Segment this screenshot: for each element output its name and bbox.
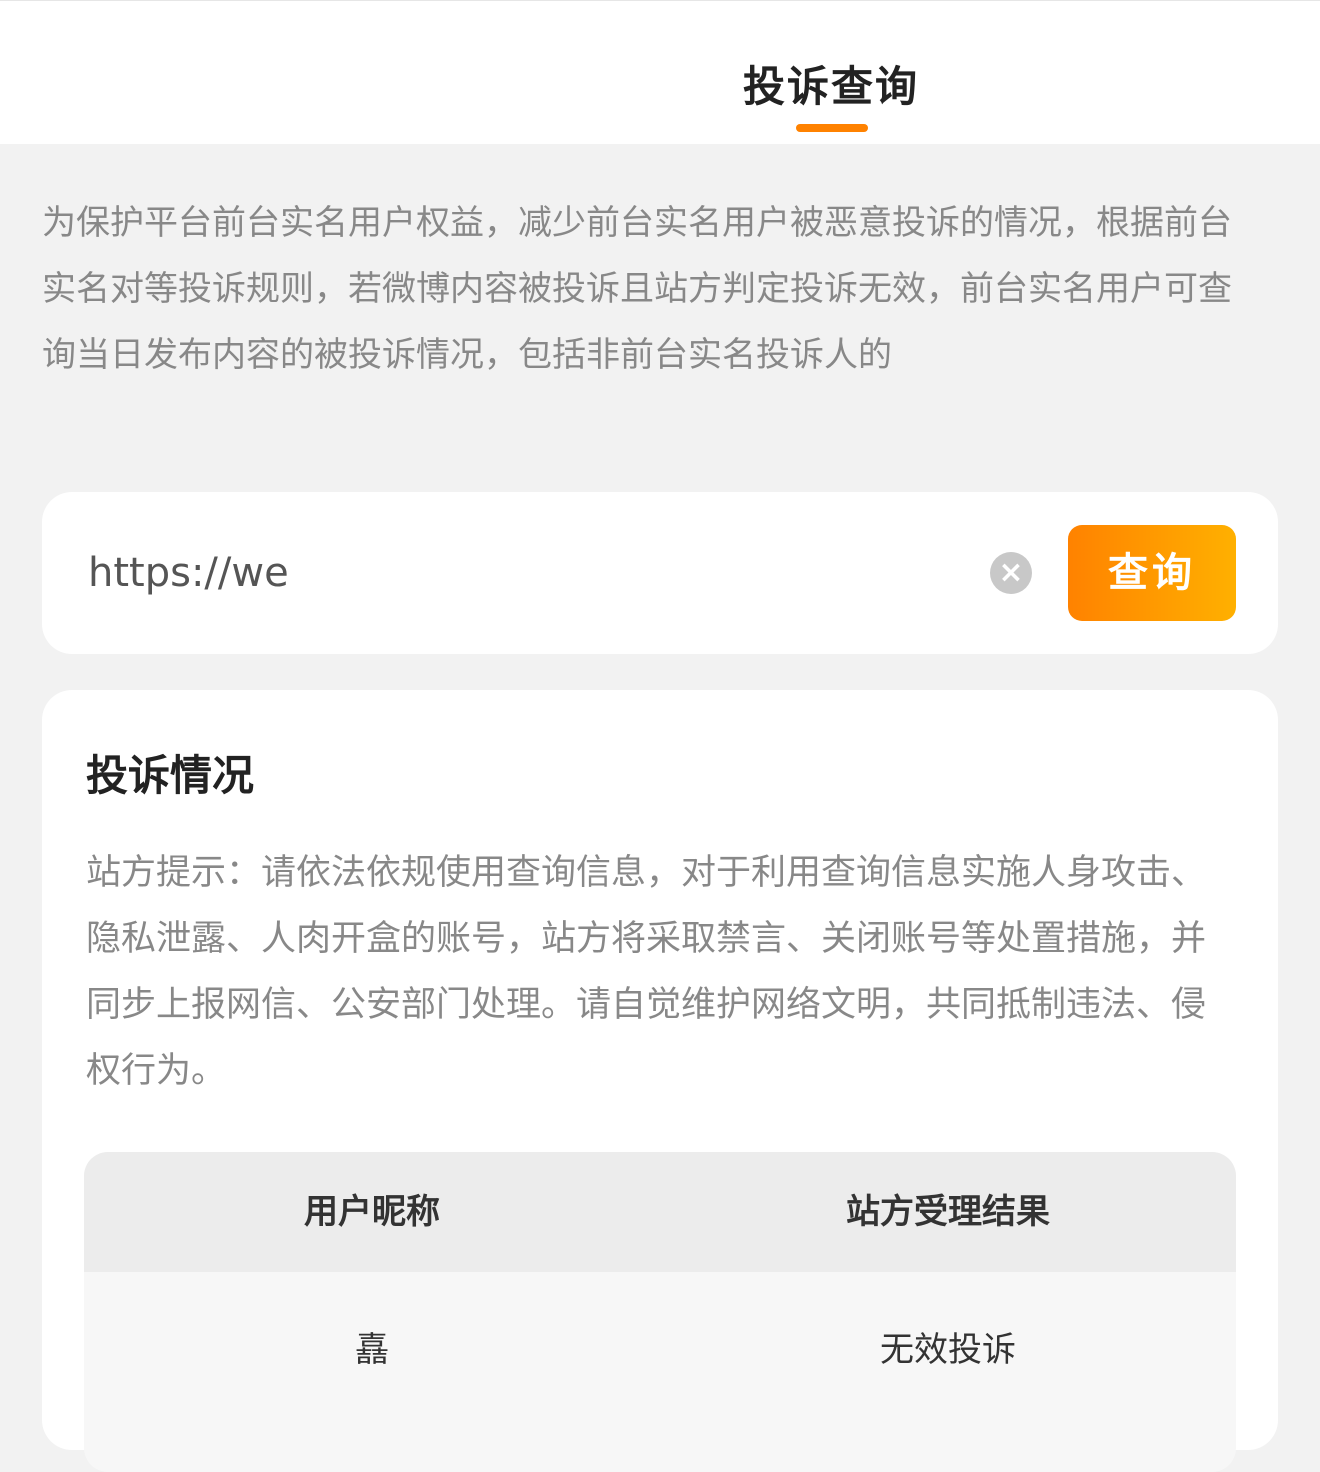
cell-result: 无效投诉 — [880, 1330, 1016, 1370]
search-card: × 查询 — [42, 492, 1278, 654]
url-input[interactable] — [88, 540, 988, 606]
table-header: 用户昵称 站方受理结果 — [84, 1152, 1236, 1272]
tab-complaint-query[interactable]: 投诉查询 — [740, 53, 922, 114]
notice-text: 为保护平台前台实名用户权益，减少前台实名用户被恶意投诉的情况，根据前台实名对等投… — [42, 203, 1232, 375]
complaint-result-card: 投诉情况 站方提示：请依法依规使用查询信息，对于利用查询信息实施人身攻击、隐私泄… — [42, 690, 1278, 1472]
section-title: 投诉情况 — [86, 751, 255, 800]
top-header: 投诉查询 — [0, 0, 1320, 144]
query-button[interactable]: 查询 — [1068, 525, 1236, 621]
clear-icon[interactable]: × — [990, 552, 1032, 594]
site-tip-text: 站方提示：请依法依规使用查询信息，对于利用查询信息实施人身攻击、隐私泄露、人肉开… — [86, 853, 1207, 1091]
table-row: 嚞 无效投诉 — [84, 1272, 1236, 1428]
column-header-result: 站方受理结果 — [846, 1192, 1050, 1232]
cell-nickname: 嚞 — [355, 1330, 389, 1370]
complaint-table: 用户昵称 站方受理结果 嚞 无效投诉 — [84, 1152, 1236, 1472]
active-tab-indicator — [796, 124, 868, 132]
column-header-nickname: 用户昵称 — [304, 1192, 440, 1232]
